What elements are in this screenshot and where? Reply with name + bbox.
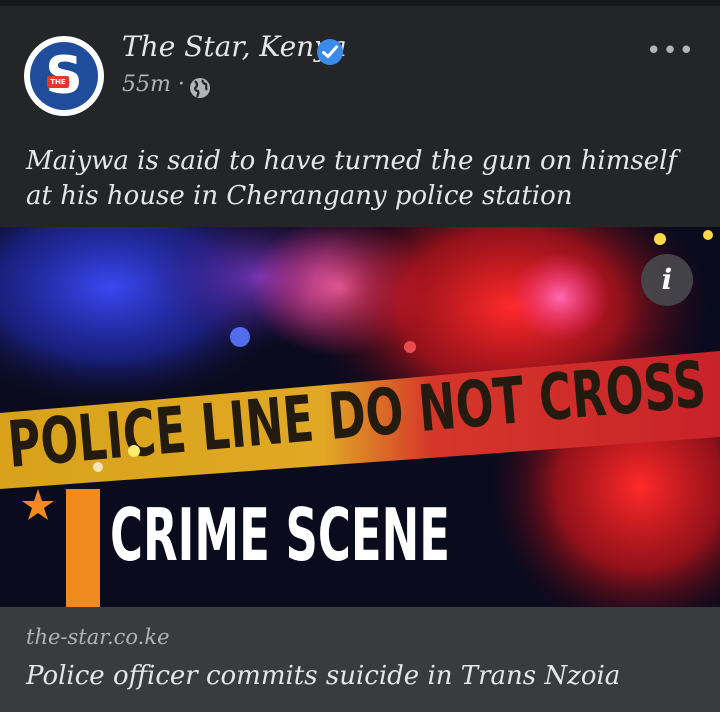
post-card: S THE The Star, Kenya 55m · ••• Maiywa i…	[0, 6, 720, 712]
post-meta: 55m ·	[122, 72, 185, 97]
link-title[interactable]: Police officer commits suicide in Trans …	[26, 661, 706, 691]
link-preview[interactable]: the-star.co.ke Police officer commits su…	[0, 607, 720, 712]
avatar-logo: S THE	[30, 42, 98, 110]
avatar-tag: THE	[47, 76, 69, 88]
post-image[interactable]: POLICE LINE DO NOT CROSS CRIME SCENE i	[0, 227, 720, 607]
post-caption: Maiywa is said to have turned the gun on…	[26, 146, 678, 211]
verified-badge-icon	[317, 39, 343, 65]
link-domain: the-star.co.ke	[26, 625, 170, 649]
info-button[interactable]: i	[641, 254, 693, 306]
meta-separator: ·	[177, 72, 185, 97]
crime-scene-graphic: POLICE LINE DO NOT CROSS CRIME SCENE	[0, 227, 720, 607]
post-timestamp[interactable]: 55m	[122, 72, 171, 97]
more-options-button[interactable]: •••	[646, 36, 694, 66]
avatar-tag-text: THE	[50, 78, 66, 86]
page-avatar[interactable]: S THE	[24, 36, 104, 116]
headline-text: CRIME SCENE	[110, 493, 450, 577]
globe-icon	[190, 78, 210, 98]
page-name-link[interactable]: The Star, Kenya	[122, 30, 347, 63]
